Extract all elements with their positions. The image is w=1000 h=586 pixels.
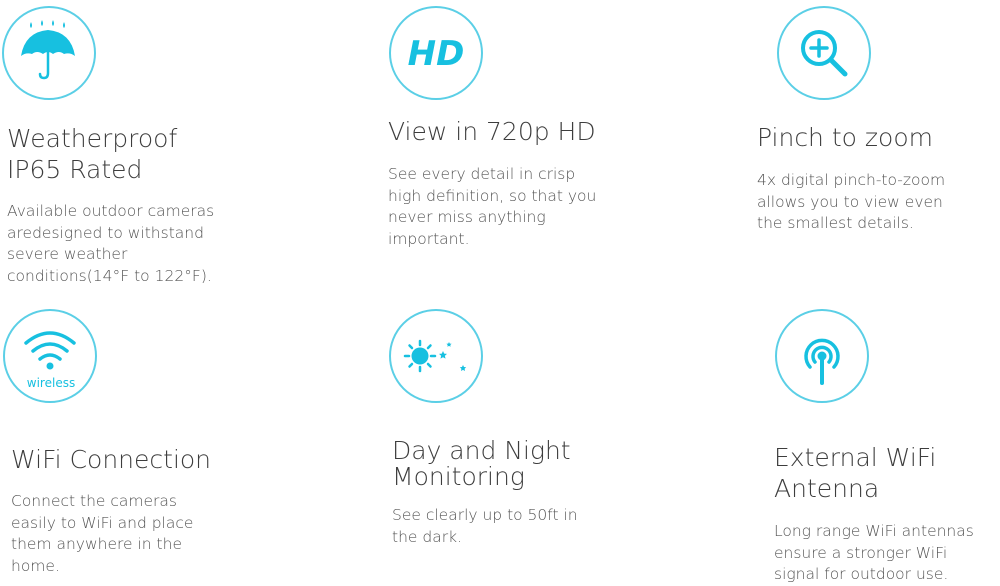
feature-description: Connect the cameras easily to WiFi and p… [11, 492, 194, 575]
feature-title: WiFi Connection [11, 445, 212, 474]
feature-title: Day and Night Monitoring [392, 436, 571, 491]
zoom-in-icon [801, 30, 848, 77]
feature-title: External WiFi Antenna [774, 443, 937, 503]
feature-description: See clearly up to 50ft in the dark. [392, 506, 578, 546]
feature-title: Pinch to zoom [757, 123, 933, 152]
feature-title: Weatherproof IP65 Rated [7, 124, 178, 184]
hd-icon-circle: HD [389, 6, 483, 100]
wifi-icon-circle: wireless [3, 309, 97, 403]
svg-text:HD: HD [408, 34, 465, 74]
umbrella-icon [21, 20, 75, 80]
feature-description: 4x digital pinch-to-zoom allows you to v… [757, 171, 946, 232]
day-night-icon-circle [389, 309, 483, 403]
wifi-icon: wireless [24, 331, 76, 390]
feature-description: Long range WiFi antennas ensure a strong… [774, 522, 974, 583]
feature-description: Available outdoor cameras aredesigned to… [7, 202, 215, 285]
antenna-icon [804, 338, 840, 385]
svg-text:wireless: wireless [27, 376, 75, 390]
feature-title: View in 720p HD [388, 117, 596, 146]
day-night-icon [403, 339, 467, 373]
antenna-icon-circle [775, 309, 869, 403]
zoom-icon-circle [777, 6, 871, 100]
hd-icon: HD [408, 34, 465, 74]
weatherproof-icon-circle [2, 6, 96, 100]
feature-description: See every detail in crisp high definitio… [388, 165, 597, 248]
